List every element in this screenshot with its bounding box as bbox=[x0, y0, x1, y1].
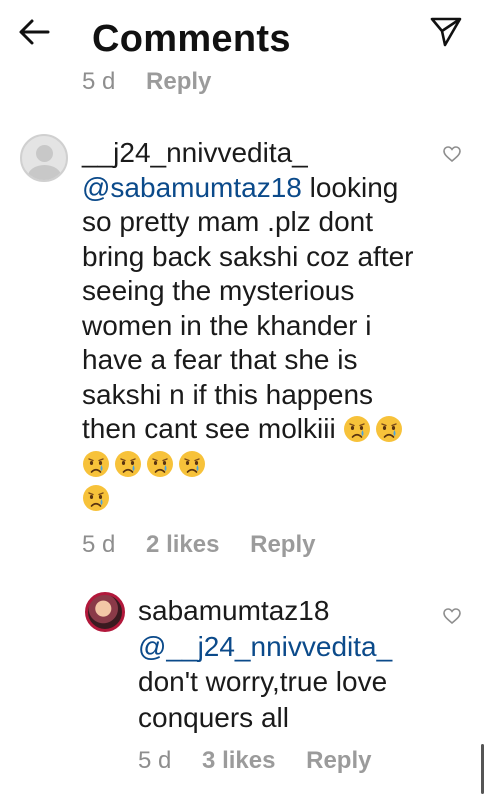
crying-face-icon bbox=[147, 450, 173, 477]
avatar-placeholder-head bbox=[36, 145, 53, 162]
comment-username[interactable]: __j24_nnivvedita_ bbox=[82, 137, 308, 168]
crying-face-icon bbox=[115, 450, 141, 477]
reply-button[interactable]: Reply bbox=[306, 747, 371, 774]
crying-face-icon bbox=[344, 416, 371, 442]
comment-meta: 5 d 2 likes Reply bbox=[82, 531, 339, 559]
comment-text: don't worry,true love conquers all bbox=[138, 666, 388, 733]
comment-meta: 5 d 3 likes Reply bbox=[138, 747, 395, 775]
avatar[interactable] bbox=[85, 592, 125, 632]
comment-body: __j24_nnivvedita_ @sabamumtaz18 looking … bbox=[82, 136, 432, 516]
crying-face-icon bbox=[179, 450, 205, 477]
paper-plane-icon[interactable] bbox=[428, 14, 464, 48]
likes-count[interactable]: 3 likes bbox=[202, 747, 275, 774]
comment-mention[interactable]: @__j24_nnivvedita_ bbox=[138, 631, 392, 662]
previous-comment-meta: 5 d Reply bbox=[82, 68, 235, 96]
crying-face-icon bbox=[376, 416, 403, 442]
avatar-placeholder-body bbox=[28, 165, 61, 180]
comment-mention[interactable]: @sabamumtaz18 bbox=[82, 172, 302, 203]
header-bar: Comments bbox=[0, 0, 487, 72]
comment-time: 5 d bbox=[138, 747, 172, 774]
crying-face-icon bbox=[83, 450, 109, 477]
arrow-left-icon[interactable] bbox=[14, 14, 54, 50]
page-title: Comments bbox=[92, 18, 291, 60]
comment-time: 5 d bbox=[82, 531, 116, 558]
reply-button[interactable]: Reply bbox=[250, 531, 315, 558]
comment-body: sabamumtaz18 @__j24_nnivvedita_ don't wo… bbox=[138, 593, 438, 735]
heart-icon[interactable] bbox=[442, 607, 462, 625]
comment-time: 5 d bbox=[82, 68, 116, 95]
avatar[interactable] bbox=[20, 134, 68, 182]
comment-username[interactable]: sabamumtaz18 bbox=[138, 595, 329, 626]
likes-count[interactable]: 2 likes bbox=[146, 531, 219, 558]
comment-text: looking so pretty mam .plz dont bring ba… bbox=[82, 171, 414, 445]
crying-face-icon bbox=[83, 485, 109, 511]
heart-icon[interactable] bbox=[442, 145, 462, 163]
reply-button[interactable]: Reply bbox=[146, 68, 211, 95]
scrollbar[interactable] bbox=[481, 744, 484, 794]
